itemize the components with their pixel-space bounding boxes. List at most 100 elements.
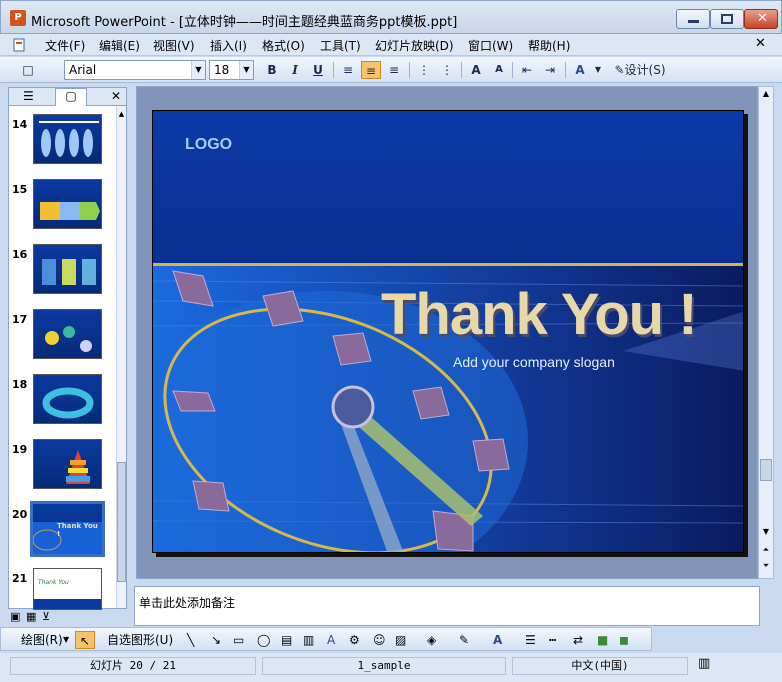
slide-thumbnail[interactable]: [33, 374, 102, 424]
menu-file[interactable]: 文件(F): [45, 37, 85, 54]
thumbnail-item-selected[interactable]: 20 Thank You !: [9, 501, 116, 560]
next-slide-icon[interactable]: ⏷: [759, 561, 773, 575]
arrow-icon[interactable]: ↘: [211, 631, 221, 649]
italic-button[interactable]: I: [285, 61, 305, 79]
thumbnail-item[interactable]: 18: [9, 372, 116, 430]
slide-thumbnail[interactable]: [33, 179, 102, 229]
shadow-icon[interactable]: ■: [597, 631, 608, 649]
select-pointer-icon[interactable]: ↖: [75, 631, 95, 649]
slide-thumbnail[interactable]: [33, 439, 102, 489]
status-design-name: 1_sample: [262, 657, 506, 675]
slide-heading[interactable]: Thank You !: [381, 281, 698, 348]
menu-slideshow[interactable]: 幻灯片放映(D): [375, 37, 454, 54]
slide-scrollbar[interactable]: ▲ ▼ ⏶ ⏷: [758, 86, 774, 579]
restore-button[interactable]: [710, 9, 744, 29]
thumbnail-item[interactable]: 17: [9, 307, 116, 365]
chevron-down-icon[interactable]: ▼: [63, 631, 69, 649]
previous-slide-icon[interactable]: ⏶: [759, 545, 773, 559]
thumbnail-number: 19: [12, 443, 28, 456]
rectangle-icon[interactable]: ▭: [233, 631, 244, 649]
grow-font-icon[interactable]: A: [466, 61, 486, 79]
design-button[interactable]: ✎设计(S): [610, 61, 670, 79]
chevron-down-icon: ▼: [239, 61, 253, 79]
draw-menu-button[interactable]: 绘图(R): [21, 631, 63, 649]
slides-tab-icon[interactable]: ▢: [55, 88, 87, 106]
scroll-up-icon[interactable]: ▲: [759, 89, 773, 103]
thumbnail-item[interactable]: 16: [9, 242, 116, 300]
notes-pane[interactable]: 单击此处添加备注: [134, 586, 760, 626]
fill-color-icon[interactable]: ◈: [427, 631, 436, 649]
diagram-icon[interactable]: ⚙: [349, 631, 360, 649]
menu-close-icon[interactable]: ✕: [755, 36, 766, 51]
font-size-select[interactable]: 18 ▼: [209, 60, 254, 80]
font-select[interactable]: Arial ▼: [64, 60, 206, 80]
menu-window[interactable]: 窗口(W): [468, 37, 513, 54]
status-slide-count: 幻灯片 20 / 21: [10, 657, 256, 675]
vertical-textbox-icon[interactable]: ▥: [303, 631, 314, 649]
underline-button[interactable]: U: [308, 61, 328, 79]
thumbnail-scrollbar[interactable]: ▲: [116, 106, 126, 608]
bullet-list-icon[interactable]: ⋮: [437, 61, 457, 79]
minimize-button[interactable]: [676, 9, 710, 29]
logo-text[interactable]: LOGO: [185, 136, 232, 154]
line-color-icon[interactable]: ✎: [459, 631, 469, 649]
bold-button[interactable]: B: [262, 61, 282, 79]
new-icon[interactable]: □: [18, 61, 38, 79]
font-color-icon[interactable]: A: [570, 61, 590, 79]
align-center-icon[interactable]: ≡: [361, 61, 381, 79]
normal-view-icon[interactable]: ▣: [10, 610, 20, 623]
slide-thumbnail[interactable]: [33, 114, 102, 164]
slide-slogan[interactable]: Add your company slogan: [453, 354, 615, 370]
arrow-style-icon[interactable]: ⇄: [573, 631, 583, 649]
close-button[interactable]: ✕: [744, 9, 778, 29]
decrease-indent-icon[interactable]: ⇤: [517, 61, 537, 79]
thumbnail-item[interactable]: 14: [9, 112, 116, 170]
scroll-thumb[interactable]: [760, 459, 772, 481]
numbered-list-icon[interactable]: ⋮: [414, 61, 434, 79]
notes-placeholder[interactable]: 单击此处添加备注: [139, 594, 235, 611]
menu-format[interactable]: 格式(O): [262, 37, 305, 54]
current-slide[interactable]: LOGO Thank You ! Add your company slogan: [152, 110, 744, 553]
slide-sorter-icon[interactable]: ▦: [26, 610, 36, 623]
slide-thumbnail[interactable]: [33, 309, 102, 359]
slide-thumbnail[interactable]: Thank You: [33, 568, 102, 610]
font-color-icon[interactable]: A: [493, 631, 502, 649]
wordart-icon[interactable]: A: [327, 631, 335, 649]
align-left-icon[interactable]: ≡: [338, 61, 358, 79]
scroll-thumb[interactable]: [117, 462, 126, 582]
shrink-font-icon[interactable]: A: [489, 61, 509, 79]
line-style-icon[interactable]: ☰: [525, 631, 536, 649]
slideshow-icon[interactable]: ⊻: [42, 610, 50, 623]
dash-style-icon[interactable]: ┅: [549, 631, 556, 649]
menu-edit[interactable]: 编辑(E): [99, 37, 140, 54]
thumbnail-item[interactable]: 15: [9, 177, 116, 235]
thumbnail-number: 21: [12, 572, 28, 585]
autoshapes-button[interactable]: 自选图形(U): [107, 631, 173, 649]
menu-help[interactable]: 帮助(H): [528, 37, 570, 54]
outline-tab-icon[interactable]: ☰: [23, 89, 34, 103]
oval-icon[interactable]: ◯: [257, 631, 270, 649]
view-buttons: ▣ ▦ ⊻: [8, 610, 68, 625]
3d-style-icon[interactable]: ◼: [619, 631, 629, 649]
chevron-down-icon[interactable]: ▼: [588, 61, 608, 79]
scroll-up-icon[interactable]: ▲: [117, 110, 126, 120]
slide-thumbnail[interactable]: [33, 244, 102, 294]
menu-insert[interactable]: 插入(I): [210, 37, 247, 54]
powerpoint-app-icon[interactable]: P: [10, 10, 26, 26]
slide-thumbnail-selected[interactable]: Thank You !: [30, 501, 105, 557]
spelling-status-icon[interactable]: ▥: [698, 656, 710, 671]
textbox-icon[interactable]: ▤: [281, 631, 292, 649]
close-pane-icon[interactable]: ✕: [111, 89, 121, 103]
align-right-icon[interactable]: ≡: [384, 61, 404, 79]
increase-indent-icon[interactable]: ⇥: [540, 61, 560, 79]
design-icon: ✎: [614, 63, 625, 77]
line-icon[interactable]: ╲: [187, 631, 194, 649]
menu-view[interactable]: 视图(V): [153, 37, 195, 54]
clipart-icon[interactable]: ☺: [373, 631, 386, 649]
thumbnail-item[interactable]: 19: [9, 437, 116, 495]
thumbnail-text: Thank You !: [57, 522, 98, 538]
scroll-down-icon[interactable]: ▼: [759, 527, 773, 541]
menu-tools[interactable]: 工具(T): [320, 37, 361, 54]
document-icon[interactable]: [4, 36, 32, 54]
picture-icon[interactable]: ▨: [395, 631, 406, 649]
